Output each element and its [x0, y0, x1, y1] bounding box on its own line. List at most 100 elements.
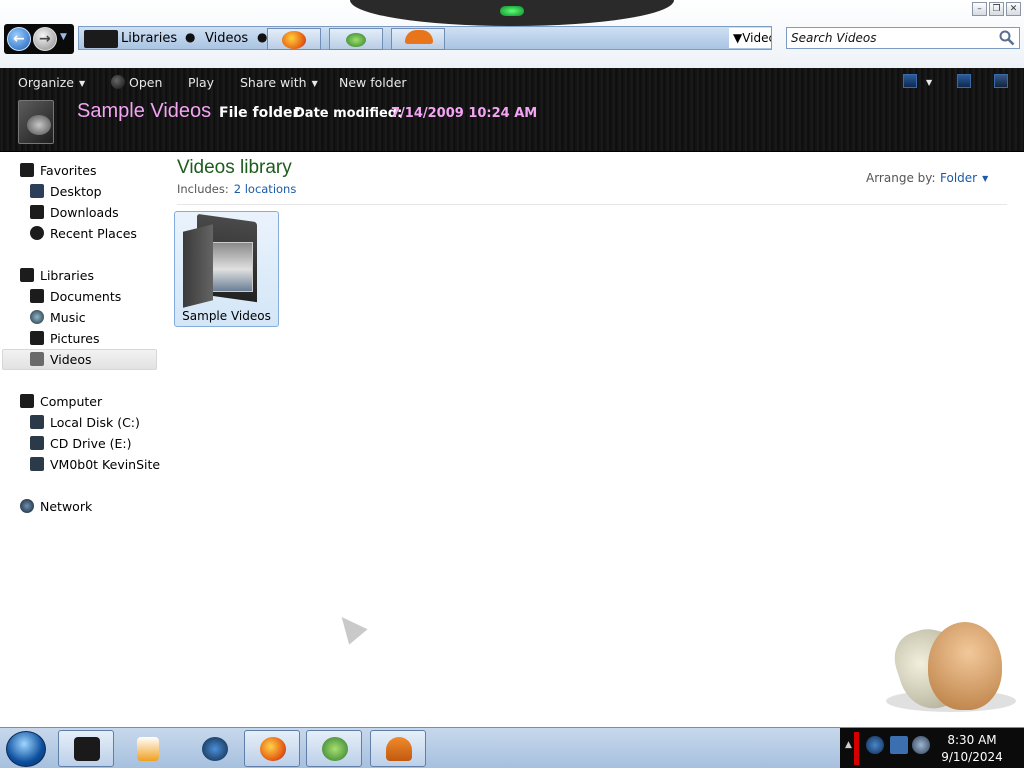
minimize-button[interactable]: –	[972, 2, 987, 16]
mushroom-house-icon	[386, 737, 412, 761]
play-button[interactable]: Play	[188, 75, 214, 90]
tray-alert-bar	[854, 732, 859, 765]
maximize-button[interactable]: ❐	[989, 2, 1004, 16]
star-icon	[20, 163, 34, 177]
search-icon[interactable]	[999, 30, 1015, 46]
detail-item-type: File folder	[219, 105, 300, 121]
preview-pane-icon[interactable]	[957, 74, 971, 88]
taskbar-globe[interactable]	[186, 730, 242, 767]
documents-icon	[30, 289, 44, 303]
forward-arrow-icon: →	[39, 31, 51, 47]
nav-item-cd-drive[interactable]: CD Drive (E:)	[30, 434, 132, 454]
nav-item-label: Recent Places	[50, 226, 137, 241]
nav-item-pictures[interactable]: Pictures	[30, 329, 100, 349]
divider	[177, 204, 1007, 205]
pictures-icon	[30, 331, 44, 345]
arrange-by-dropdown[interactable]: Folder ▼	[940, 171, 988, 185]
nav-libraries[interactable]: Libraries	[20, 266, 94, 286]
nav-item-music[interactable]: Music	[30, 308, 86, 328]
command-bar: Organize ▼ Open Play Share with ▼ New fold…	[0, 68, 1024, 152]
organize-button[interactable]: Organize ▼	[18, 75, 85, 90]
chevron-down-icon: ▼	[982, 174, 989, 183]
back-button[interactable]: ←	[7, 27, 31, 51]
nav-item-recent-places[interactable]: Recent Places	[30, 224, 137, 244]
taskbar-explorer[interactable]	[58, 730, 114, 767]
search-input[interactable]: Search Videos	[786, 27, 1020, 49]
arrange-by-value: Folder	[940, 171, 978, 185]
nav-favorites[interactable]: Favorites	[20, 161, 96, 181]
taskbar-media-player[interactable]	[120, 730, 176, 767]
nav-favorites-label: Favorites	[40, 163, 97, 178]
clock-time[interactable]: 8:30 AM	[926, 733, 1018, 747]
nav-item-desktop[interactable]: Desktop	[30, 182, 102, 202]
videos-icon	[30, 352, 44, 366]
clock-date[interactable]: 9/10/2024	[926, 750, 1018, 764]
search-placeholder: Search Videos	[791, 31, 877, 45]
arrange-by-label: Arrange by:	[866, 171, 936, 185]
includes-label: Includes:	[177, 182, 229, 196]
nav-item-label: Pictures	[50, 331, 100, 346]
network-people-icon	[329, 28, 383, 50]
change-view-icon[interactable]	[903, 74, 917, 88]
hamster-pet-icon[interactable]	[928, 622, 1002, 710]
nav-item-documents[interactable]: Documents	[30, 287, 121, 307]
folder-thumbnail	[18, 100, 54, 144]
new-folder-button[interactable]: New folder	[339, 75, 407, 90]
network-icon	[20, 499, 34, 513]
share-with-button[interactable]: Share with ▼	[240, 75, 318, 90]
nav-item-network-share[interactable]: VM0b0t KevinSite	[30, 455, 160, 475]
view-options-dropdown[interactable]: ▼	[926, 78, 932, 87]
theme-led-indicator	[500, 6, 524, 16]
libraries-icon	[20, 268, 34, 282]
nav-item-local-disk[interactable]: Local Disk (C:)	[30, 413, 140, 433]
chevron-down-icon: ▼	[311, 79, 318, 88]
breadcrumb-separator[interactable]: ●	[185, 30, 195, 44]
navigation-buttons: ← → ▼	[4, 24, 74, 54]
cd-drive-icon	[30, 436, 44, 450]
forward-button[interactable]: →	[33, 27, 57, 51]
hard-drive-icon	[30, 415, 44, 429]
breadcrumb-libraries[interactable]: Libraries	[121, 31, 177, 46]
close-button[interactable]: ✕	[1006, 2, 1021, 16]
locations-link[interactable]: 2 locations	[234, 182, 297, 196]
content-pane: Videos library Includes: 2 locations Arra…	[162, 153, 1024, 727]
music-icon	[30, 310, 44, 324]
network-people-icon	[322, 737, 348, 761]
globe-icon	[202, 737, 228, 761]
library-icon	[84, 30, 118, 48]
folder-item[interactable]: Sample Videos	[174, 211, 279, 327]
media-player-icon	[137, 737, 159, 761]
show-hidden-icons-button[interactable]: ▲	[845, 740, 852, 750]
nav-computer[interactable]: Computer	[20, 392, 102, 412]
library-title: Videos library	[177, 157, 292, 178]
nav-item-label: Downloads	[50, 205, 119, 220]
detail-modified-label: Date modified:	[294, 106, 403, 121]
network-status-icon[interactable]	[890, 736, 908, 754]
breadcrumb-separator[interactable]: ●	[257, 30, 267, 44]
breadcrumb-videos[interactable]: Videos	[205, 31, 248, 46]
nav-item-downloads[interactable]: Downloads	[30, 203, 119, 223]
taskbar-firefox[interactable]	[244, 730, 300, 767]
nav-libraries-label: Libraries	[40, 268, 94, 283]
info-icon[interactable]	[866, 736, 884, 754]
start-button[interactable]	[6, 731, 46, 767]
nav-network[interactable]: Network	[20, 497, 92, 517]
nav-item-videos[interactable]: Videos	[30, 350, 92, 370]
address-bar[interactable]: Libraries ● Videos ● ▼Videc	[78, 26, 772, 50]
firefox-icon	[267, 28, 321, 50]
address-dropdown[interactable]: ▼Videc	[729, 28, 771, 48]
open-button[interactable]: Open	[129, 75, 162, 90]
organize-label: Organize	[18, 75, 74, 90]
share-with-label: Share with	[240, 75, 307, 90]
recent-pages-dropdown[interactable]: ▼	[60, 32, 70, 42]
navigation-pane: Favorites Desktop Downloads Recent Place…	[0, 153, 162, 727]
detail-modified-value: 7/14/2009 10:24 AM	[391, 106, 538, 121]
taskbar-mushroom-house[interactable]	[370, 730, 426, 767]
folder-front-cover	[183, 224, 213, 308]
help-icon[interactable]	[994, 74, 1008, 88]
back-arrow-icon: ←	[13, 31, 25, 47]
desktop-icon	[30, 184, 44, 198]
detail-item-name: Sample Videos	[77, 100, 212, 122]
taskbar-network-people[interactable]	[306, 730, 362, 767]
window-titlebar: – ❐ ✕ ← → ▼ Libraries ● Videos ● ▼Videc …	[0, 0, 1024, 68]
